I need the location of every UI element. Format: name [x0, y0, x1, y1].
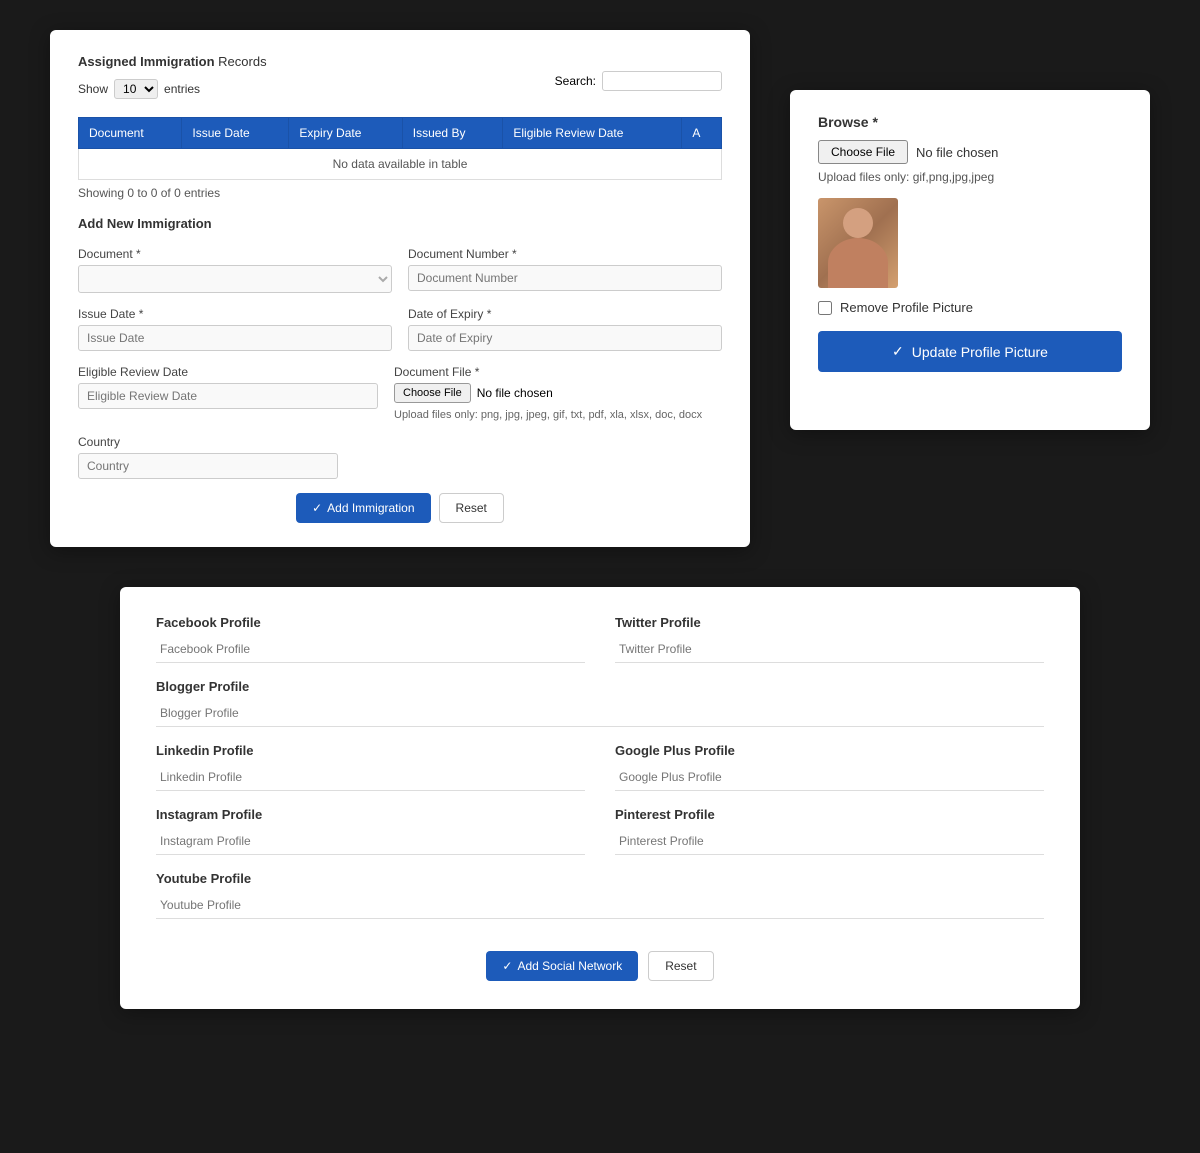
pinterest-input[interactable] — [615, 828, 1044, 855]
social-checkmark-icon: ✓ — [502, 959, 512, 973]
remove-picture-label: Remove Profile Picture — [840, 300, 973, 315]
document-number-input[interactable] — [408, 265, 722, 291]
googleplus-label: Google Plus Profile — [615, 743, 1044, 758]
remove-picture-row: Remove Profile Picture — [818, 300, 1122, 315]
form-row-2: Issue Date * Date of Expiry * — [78, 307, 722, 351]
profile-picture-card: Browse * Choose File No file chosen Uplo… — [790, 90, 1150, 430]
add-new-title: Add New Immigration — [78, 216, 722, 231]
country-label: Country — [78, 435, 338, 449]
twitter-label: Twitter Profile — [615, 615, 1044, 630]
issue-date-input[interactable] — [78, 325, 392, 351]
document-file-label: Document File * — [394, 365, 722, 379]
file-input-row: Choose File No file chosen — [394, 383, 722, 403]
browse-no-file-text: No file chosen — [916, 145, 998, 160]
table-no-data-row: No data available in table — [79, 149, 722, 180]
form-row-1: Document * Document Number * — [78, 247, 722, 293]
col-eligible-review: Eligible Review Date — [503, 118, 682, 149]
twitter-profile-group: Twitter Profile — [615, 615, 1044, 663]
entries-select[interactable]: 10 25 50 — [114, 79, 158, 99]
pinterest-label: Pinterest Profile — [615, 807, 1044, 822]
social-form-grid: Facebook Profile Twitter Profile Blogger… — [156, 615, 1044, 935]
eligible-review-label: Eligible Review Date — [78, 365, 378, 379]
blogger-input[interactable] — [156, 700, 1044, 727]
youtube-input[interactable] — [156, 892, 1044, 919]
date-of-expiry-label: Date of Expiry * — [408, 307, 722, 321]
col-document: Document — [79, 118, 182, 149]
blogger-profile-group: Blogger Profile — [156, 679, 1044, 727]
document-label: Document * — [78, 247, 392, 261]
instagram-profile-group: Instagram Profile — [156, 807, 585, 855]
col-issue-date: Issue Date — [182, 118, 289, 149]
form-row-4: Country — [78, 435, 722, 479]
social-network-card: Facebook Profile Twitter Profile Blogger… — [120, 587, 1080, 1009]
linkedin-input[interactable] — [156, 764, 585, 791]
browse-choose-file-button[interactable]: Choose File — [818, 140, 908, 164]
date-of-expiry-group: Date of Expiry * — [408, 307, 722, 351]
youtube-label: Youtube Profile — [156, 871, 1044, 886]
eligible-review-group: Eligible Review Date — [78, 365, 378, 421]
country-group: Country — [78, 435, 338, 479]
reset-social-button[interactable]: Reset — [648, 951, 713, 981]
col-action: A — [682, 118, 722, 149]
youtube-profile-group: Youtube Profile — [156, 871, 1044, 919]
facebook-profile-group: Facebook Profile — [156, 615, 585, 663]
immigration-form-actions: ✓ Add Immigration Reset — [78, 493, 722, 523]
issue-date-label: Issue Date * — [78, 307, 392, 321]
add-immigration-button[interactable]: ✓ Add Immigration — [296, 493, 430, 523]
instagram-input[interactable] — [156, 828, 585, 855]
googleplus-input[interactable] — [615, 764, 1044, 791]
form-row-3: Eligible Review Date Document File * Cho… — [78, 365, 722, 421]
checkmark-icon: ✓ — [312, 501, 322, 515]
date-of-expiry-input[interactable] — [408, 325, 722, 351]
col-expiry-date: Expiry Date — [289, 118, 402, 149]
social-form-actions: ✓ Add Social Network Reset — [156, 951, 1044, 981]
document-file-group: Document File * Choose File No file chos… — [394, 365, 722, 421]
update-profile-picture-button[interactable]: ✓ Update Profile Picture — [818, 331, 1122, 372]
section-title: Assigned Immigration Records — [78, 54, 722, 69]
search-row: Search: — [555, 71, 722, 91]
issue-date-group: Issue Date * — [78, 307, 392, 351]
profile-image-preview — [818, 198, 898, 288]
document-number-label: Document Number * — [408, 247, 722, 261]
eligible-review-input[interactable] — [78, 383, 378, 409]
show-entries-row: Show 10 25 50 entries — [78, 79, 200, 99]
reset-immigration-button[interactable]: Reset — [439, 493, 504, 523]
col-issued-by: Issued By — [402, 118, 503, 149]
linkedin-label: Linkedin Profile — [156, 743, 585, 758]
choose-file-button[interactable]: Choose File — [394, 383, 471, 403]
linkedin-profile-group: Linkedin Profile — [156, 743, 585, 791]
document-number-group: Document Number * — [408, 247, 722, 293]
file-hint: Upload files only: png, jpg, jpeg, gif, … — [394, 409, 722, 421]
document-group: Document * — [78, 247, 392, 293]
googleplus-profile-group: Google Plus Profile — [615, 743, 1044, 791]
no-file-text: No file chosen — [477, 386, 553, 400]
country-input[interactable] — [78, 453, 338, 479]
browse-file-row: Choose File No file chosen — [818, 140, 1122, 164]
immigration-card: Assigned Immigration Records Show 10 25 … — [50, 30, 750, 547]
blogger-label: Blogger Profile — [156, 679, 1044, 694]
update-checkmark-icon: ✓ — [892, 343, 904, 360]
browse-label: Browse * — [818, 114, 1122, 130]
twitter-input[interactable] — [615, 636, 1044, 663]
entries-info: Showing 0 to 0 of 0 entries — [78, 186, 722, 200]
immigration-table: Document Issue Date Expiry Date Issued B… — [78, 117, 722, 180]
document-select[interactable] — [78, 265, 392, 293]
search-input[interactable] — [602, 71, 722, 91]
pinterest-profile-group: Pinterest Profile — [615, 807, 1044, 855]
add-social-network-button[interactable]: ✓ Add Social Network — [486, 951, 638, 981]
facebook-input[interactable] — [156, 636, 585, 663]
browse-hint: Upload files only: gif,png,jpg,jpeg — [818, 170, 1122, 184]
instagram-label: Instagram Profile — [156, 807, 585, 822]
remove-picture-checkbox[interactable] — [818, 301, 832, 315]
facebook-label: Facebook Profile — [156, 615, 585, 630]
